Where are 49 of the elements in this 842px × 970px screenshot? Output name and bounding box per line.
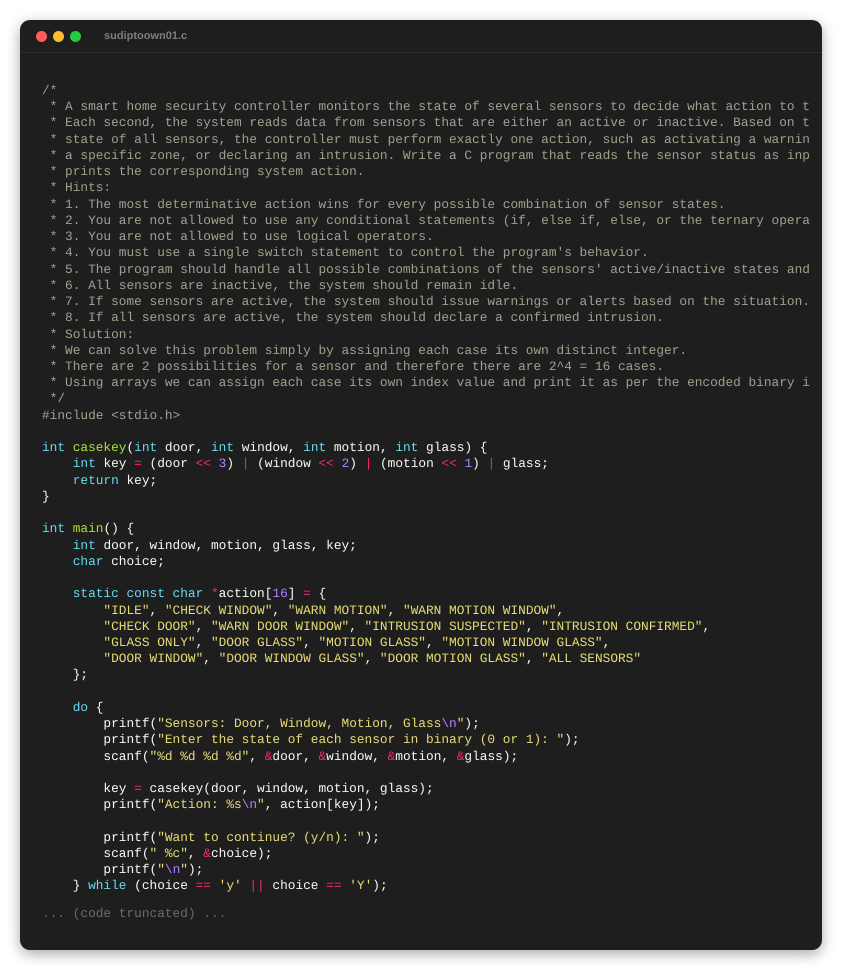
- code-line: /*: [42, 83, 58, 100]
- code-line: "GLASS ONLY", "DOOR GLASS", "MOTION GLASS", "MOTION WINDOW GLASS",: [102, 634, 610, 652]
- code-line: * A smart home security controller monitors the state of several sensors to decide what action to t: [48, 99, 810, 116]
- code-line: int main() {: [42, 521, 134, 538]
- code-line: * 5. The program should handle all possible combinations of the sensors' active/inactive states and: [48, 262, 810, 278]
- code-line: key = casekey(door, window, motion, glass);: [102, 781, 434, 798]
- code-line: #include <stdio.h>: [42, 408, 180, 424]
- code-line: printf("Enter the state of each sensor in binary (0 or 1): ");: [102, 732, 580, 749]
- code-line: int casekey(int door, int window, int motion, int glass) {: [42, 440, 488, 456]
- code-line: printf("Want to continue? (y/n): ");: [102, 830, 380, 846]
- code-line: };: [72, 667, 88, 684]
- code-line: * There are 2 possibilities for a sensor and therefore there are 2^4 = 16 cases.: [48, 358, 664, 376]
- code-line: } while (choice == 'y' || choice == 'Y');: [72, 878, 388, 895]
- code-line: * 4. You must use a single switch statement to control the program's behavior.: [48, 245, 649, 262]
- truncation-note: ... (code truncated) ...: [42, 906, 226, 922]
- code-line: * 2. You are not allowed to use any conditional statements (if, else if, else, or the ternary opera: [48, 212, 810, 230]
- code-line: * state of all sensors, the controller must perform exactly one action, such as activating a warnin: [48, 132, 810, 148]
- code-line: return key;: [72, 472, 158, 489]
- window-title: sudiptoown01.c: [104, 28, 188, 44]
- code-line: * Solution:: [48, 326, 134, 343]
- code-line: * 6. All sensors are inactive, the system should remain idle.: [48, 278, 518, 294]
- code-line: * 3. You are not allowed to use logical operators.: [48, 229, 434, 246]
- code-line: int door, window, motion, glass, key;: [72, 538, 357, 554]
- code-line: int key = (door << 3) | (window << 2) | (motion << 1) | glass;: [72, 456, 549, 473]
- code-line: printf("Sensors: Door, Window, Motion, Glass\n");: [102, 716, 480, 732]
- code-line: do {: [72, 700, 104, 716]
- code-line: * 1. The most determinative action wins for every possible combination of sensor states.: [48, 196, 726, 213]
- code-line: * prints the corresponding system action.: [48, 164, 365, 180]
- code-line: * Using arrays we can assign each case its own index value and print it as per the encoded binary i: [48, 375, 810, 392]
- close-button[interactable]: [36, 30, 47, 42]
- code-line: * We can solve this problem simply by assigning each case its own distinct integer.: [48, 342, 688, 359]
- code-line: printf("Action: %s\n", action[key]);: [102, 797, 380, 814]
- code-line: * a specific zone, or declaring an intrusion. Write a C program that reads the sensor status as inp: [48, 148, 810, 164]
- code-line: }: [42, 488, 50, 506]
- minimize-button[interactable]: [53, 30, 64, 42]
- code-line: "DOOR WINDOW", "DOOR WINDOW GLASS", "DOOR MOTION GLASS", "ALL SENSORS": [102, 651, 642, 668]
- code-line: static const char *action[16] = {: [72, 586, 326, 602]
- code-line: * Each second, the system reads data from sensors that are either an active or inactive. Based on t: [48, 115, 810, 132]
- code-line: "IDLE", "CHECK WINDOW", "WARN MOTION", "WARN MOTION WINDOW",: [102, 602, 564, 619]
- code-line: printf("\n");: [102, 862, 204, 878]
- code-line: * 7. If some sensors are active, the system should issue warnings or alerts based on the situation.: [48, 294, 810, 310]
- code-line: "CHECK DOOR", "WARN DOOR WINDOW", "INTRUSION SUSPECTED", "INTRUSION CONFIRMED",: [102, 618, 710, 635]
- zoom-button[interactable]: [70, 30, 81, 42]
- code-line: scanf("%d %d %d %d", &door, &window, &motion, &glass);: [102, 748, 518, 765]
- code-line: * Hints:: [48, 180, 112, 197]
- code-line: */: [48, 391, 66, 408]
- code-line: char choice;: [72, 554, 165, 570]
- code-line: * 8. If all sensors are active, the system should declare a confirmed intrusion.: [48, 310, 664, 327]
- code-line: scanf(" %c", &choice);: [102, 846, 272, 862]
